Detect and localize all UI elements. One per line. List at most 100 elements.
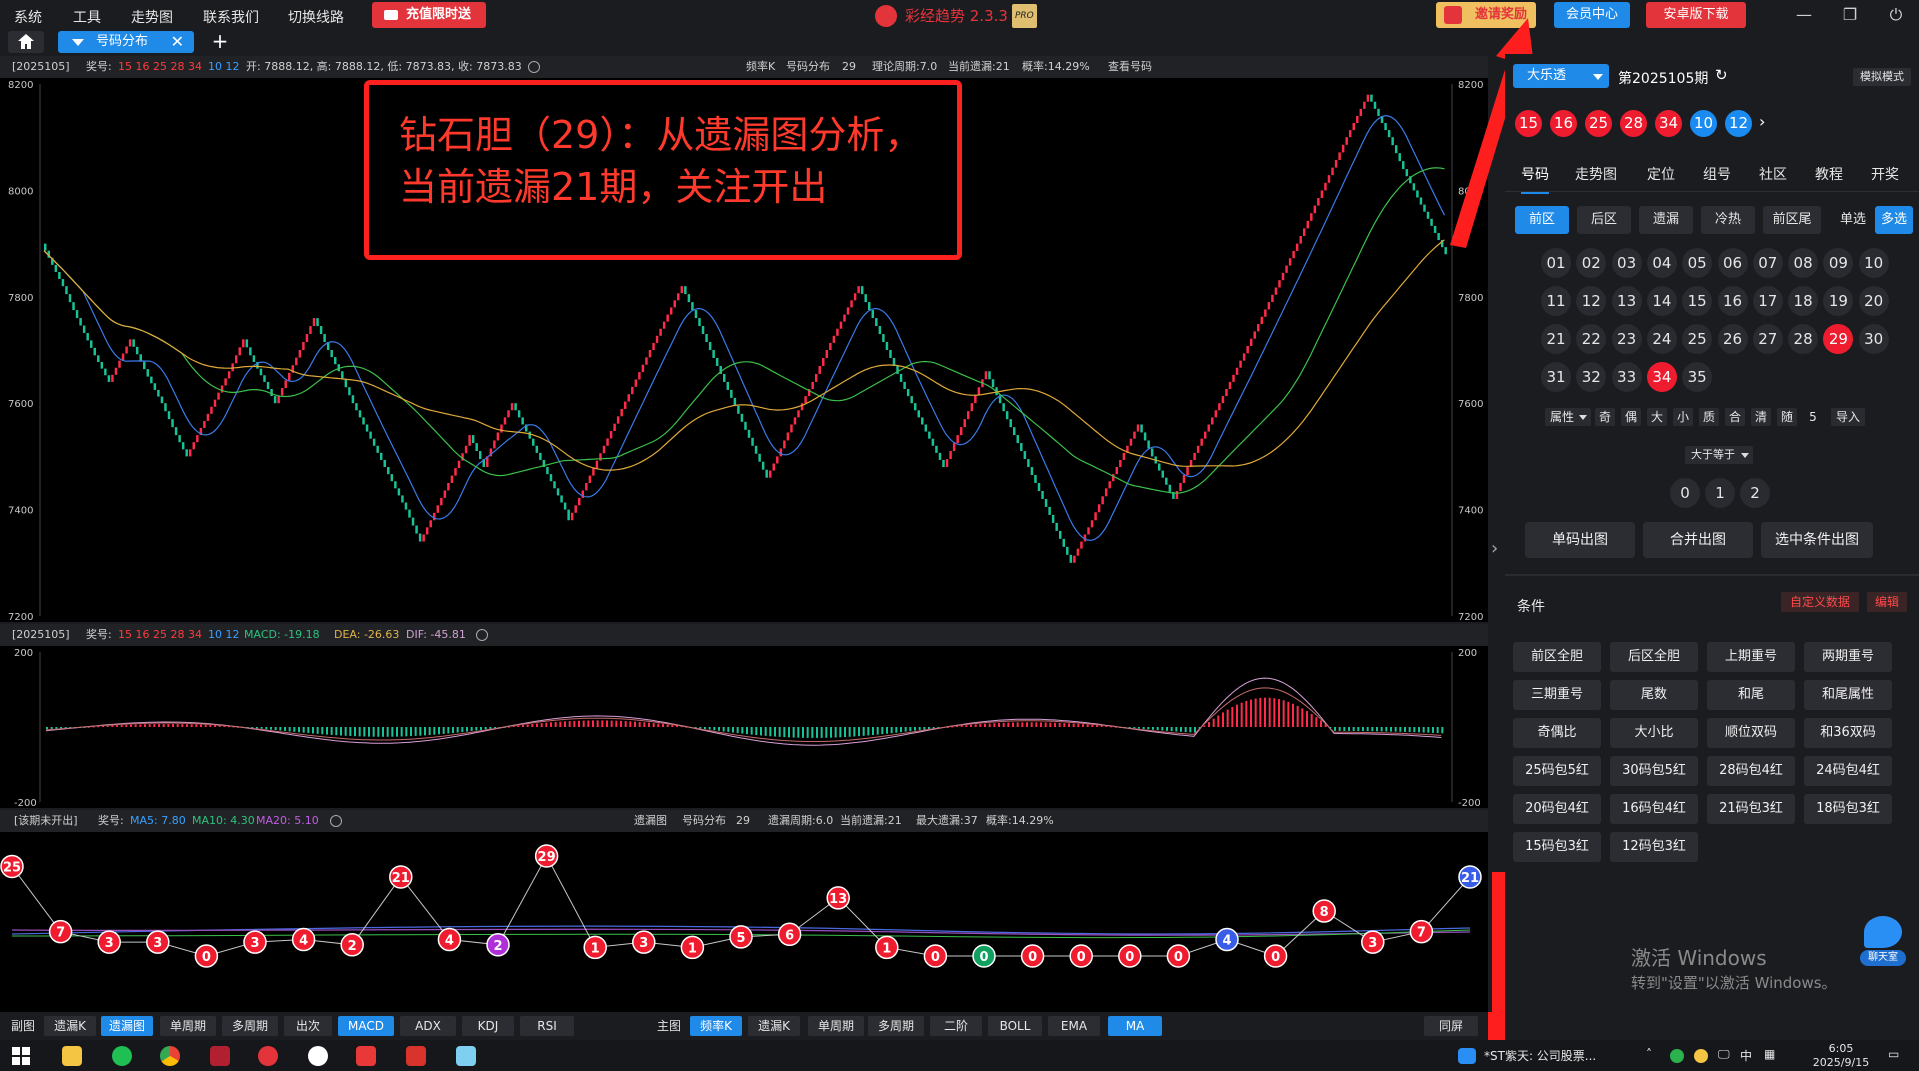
condition-button[interactable]: 和尾 <box>1707 680 1795 710</box>
number-ball-19[interactable]: 19 <box>1823 286 1854 316</box>
power-icon[interactable]: ⏻ <box>1883 3 1909 27</box>
macd-chart[interactable]: 200 200 -200 -200 <box>0 646 1488 808</box>
compare-value[interactable]: 2 <box>1740 478 1770 508</box>
sub-single-period-button[interactable]: 单周期 <box>160 1016 216 1036</box>
number-ball-21[interactable]: 21 <box>1541 324 1571 354</box>
close-tab-icon[interactable]: ✕ <box>171 31 184 53</box>
condition-button[interactable]: 和尾属性 <box>1804 680 1892 710</box>
number-ball-07[interactable]: 07 <box>1752 248 1783 278</box>
condition-button[interactable]: 12码包3红 <box>1610 832 1698 862</box>
menu-switch-line[interactable]: 切换线路 <box>288 7 344 27</box>
condition-button[interactable]: 20码包4红 <box>1513 794 1601 824</box>
number-ball-10[interactable]: 10 <box>1858 248 1889 278</box>
number-ball-27[interactable]: 27 <box>1752 324 1783 354</box>
import-button[interactable]: 导入 <box>1831 408 1865 426</box>
add-tab-button[interactable]: + <box>208 30 232 54</box>
attr-even[interactable]: 偶 <box>1621 408 1641 426</box>
multi-select-toggle[interactable]: 多选 <box>1875 206 1913 234</box>
sub-macd-button[interactable]: MACD <box>338 1016 394 1036</box>
condition-button[interactable]: 后区全胆 <box>1610 642 1698 672</box>
compare-value[interactable]: 0 <box>1670 478 1700 508</box>
game-icon[interactable] <box>406 1046 426 1066</box>
number-ball-15[interactable]: 15 <box>1682 286 1713 316</box>
refresh-icon[interactable]: ↻ <box>1715 66 1728 84</box>
condition-button[interactable]: 18码包3红 <box>1804 794 1892 824</box>
main-second-order-button[interactable]: 二阶 <box>930 1016 982 1036</box>
tab-trend[interactable]: 走势图 <box>1575 164 1617 184</box>
news-ticker[interactable]: *ST紫天: 公司股票... <box>1484 1047 1596 1064</box>
tab-tutorial[interactable]: 教程 <box>1815 164 1843 184</box>
number-ball-25[interactable]: 25 <box>1682 324 1713 354</box>
tab-number-distribution[interactable]: 号码分布 ✕ <box>58 31 194 53</box>
number-ball-14[interactable]: 14 <box>1646 286 1677 316</box>
notes-icon[interactable] <box>456 1046 476 1066</box>
sub-rsi-button[interactable]: RSI <box>520 1016 574 1036</box>
promo-button[interactable]: 充值限时送 <box>372 2 486 28</box>
number-ball-20[interactable]: 20 <box>1858 286 1889 316</box>
condition-button[interactable]: 尾数 <box>1610 680 1698 710</box>
zone-miss[interactable]: 遗漏 <box>1639 206 1693 234</box>
chrome-icon[interactable] <box>160 1046 180 1066</box>
number-ball-24[interactable]: 24 <box>1646 324 1677 354</box>
tab-position[interactable]: 定位 <box>1647 164 1675 184</box>
attr-odd[interactable]: 奇 <box>1595 408 1615 426</box>
zone-front-tail[interactable]: 前区尾 <box>1763 206 1821 234</box>
number-ball-08[interactable]: 08 <box>1788 248 1819 278</box>
lottery-select[interactable]: 大乐透 <box>1513 64 1609 88</box>
chevron-right-icon[interactable]: › <box>1759 112 1765 131</box>
home-button[interactable] <box>8 31 44 53</box>
android-download-button[interactable]: 安卓版下载 <box>1646 2 1746 28</box>
sub-adx-button[interactable]: ADX <box>400 1016 456 1036</box>
view-numbers-link[interactable]: 查看号码 <box>1108 56 1152 78</box>
number-ball-29[interactable]: 29 <box>1823 324 1854 354</box>
condition-button[interactable]: 21码包3红 <box>1707 794 1795 824</box>
tab-group[interactable]: 组号 <box>1703 164 1731 184</box>
menu-system[interactable]: 系统 <box>14 7 42 27</box>
single-chart-button[interactable]: 单码出图 <box>1525 522 1635 558</box>
qq-icon[interactable] <box>308 1046 328 1066</box>
number-ball-23[interactable]: 23 <box>1611 324 1642 354</box>
main-boll-button[interactable]: BOLL <box>988 1016 1042 1036</box>
number-ball-09[interactable]: 09 <box>1823 248 1854 278</box>
tab-draw[interactable]: 开奖 <box>1871 164 1899 184</box>
miss-chart[interactable]: 2573 303 4 2214 2291 3 15 61310 0 0 0 0 04083721 <box>0 832 1488 1012</box>
number-ball-30[interactable]: 30 <box>1858 324 1889 354</box>
windows-start-icon[interactable] <box>12 1047 30 1065</box>
menu-contact[interactable]: 联系我们 <box>203 7 259 27</box>
chat-room-button[interactable]: 聊天室 <box>1860 916 1906 968</box>
sim-mode-button[interactable]: 模拟模式 <box>1853 68 1911 86</box>
attr-prime[interactable]: 质 <box>1699 408 1719 426</box>
number-ball-16[interactable]: 16 <box>1717 286 1748 316</box>
condition-button[interactable]: 顺位双码 <box>1707 718 1795 748</box>
chevron-up-icon[interactable]: ˄ <box>1646 1047 1652 1061</box>
sub-multi-period-button[interactable]: 多周期 <box>222 1016 278 1036</box>
number-ball-28[interactable]: 28 <box>1788 324 1819 354</box>
number-ball-13[interactable]: 13 <box>1611 286 1642 316</box>
menu-tools[interactable]: 工具 <box>73 7 101 27</box>
condition-button[interactable]: 24码包4红 <box>1804 756 1892 786</box>
main-ma-button[interactable]: MA <box>1108 1016 1162 1036</box>
same-screen-button[interactable]: 同屏 <box>1424 1016 1478 1036</box>
main-ema-button[interactable]: EMA <box>1048 1016 1100 1036</box>
attr-random[interactable]: 随 <box>1777 408 1797 426</box>
number-ball-26[interactable]: 26 <box>1717 324 1748 354</box>
condition-button[interactable]: 15码包3红 <box>1513 832 1601 862</box>
condition-button[interactable]: 25码包5红 <box>1513 756 1601 786</box>
network-icon[interactable]: 🖵 <box>1718 1047 1730 1062</box>
help-icon[interactable] <box>528 61 540 73</box>
condition-chart-button[interactable]: 选中条件出图 <box>1761 522 1873 558</box>
help-icon[interactable] <box>476 629 488 641</box>
number-ball-05[interactable]: 05 <box>1682 248 1713 278</box>
condition-button[interactable]: 上期重号 <box>1707 642 1795 672</box>
condition-button[interactable]: 大小比 <box>1610 718 1698 748</box>
number-ball-32[interactable]: 32 <box>1576 362 1607 392</box>
ime-indicator[interactable]: 中 <box>1740 1047 1752 1064</box>
condition-button[interactable]: 奇偶比 <box>1513 718 1601 748</box>
notification-icon[interactable]: ▭ <box>1888 1047 1899 1061</box>
main-freq-k-button[interactable]: 频率K <box>690 1016 742 1036</box>
compare-value[interactable]: 1 <box>1705 478 1735 508</box>
single-select-toggle[interactable]: 单选 <box>1833 206 1873 234</box>
number-ball-33[interactable]: 33 <box>1611 362 1642 392</box>
attr-big[interactable]: 大 <box>1647 408 1667 426</box>
tab-numbers[interactable]: 号码 <box>1521 164 1549 194</box>
